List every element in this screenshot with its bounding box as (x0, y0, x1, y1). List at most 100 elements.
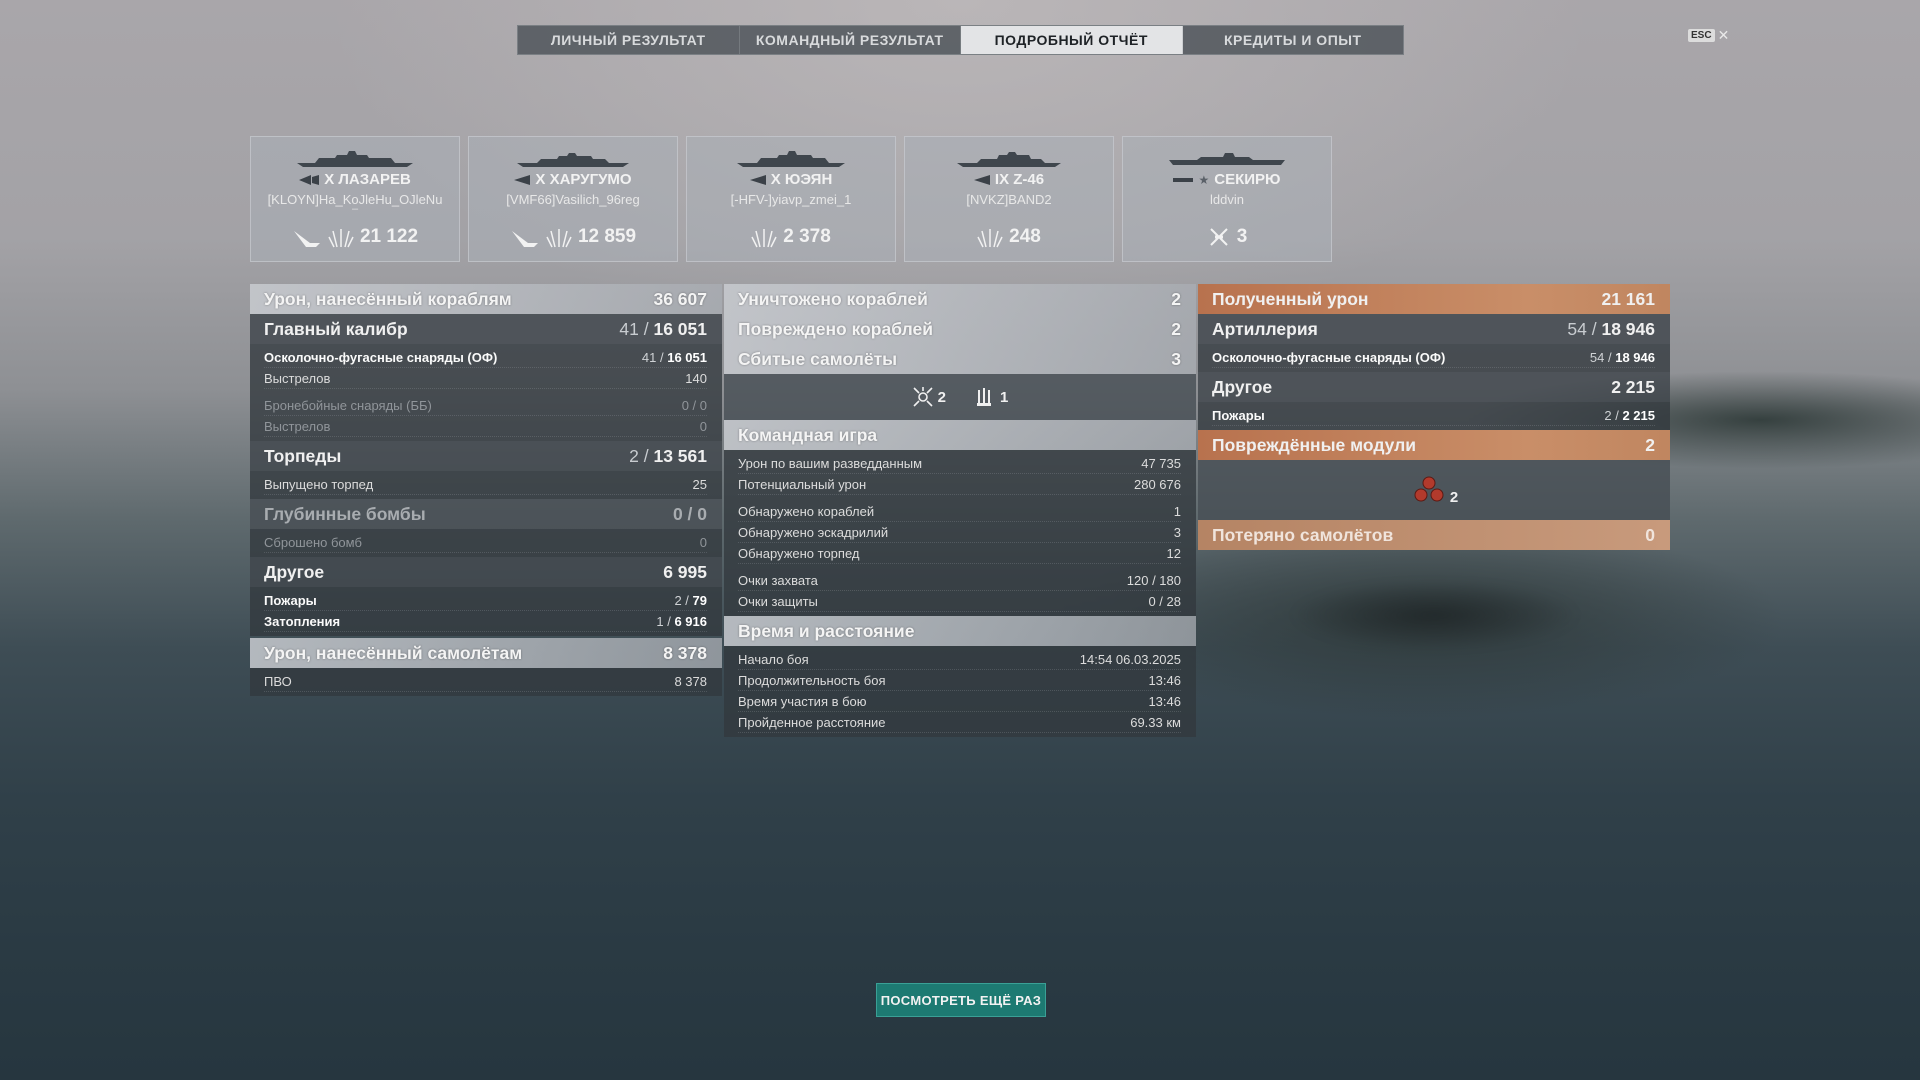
bombs-dropped-row: Сброшено бомб 0 (264, 532, 707, 553)
ship-card-stats: 21 122 (251, 225, 459, 249)
ship-card-title: ★ СЕКИРЮ (1123, 171, 1331, 188)
close-button[interactable]: ESC ✕ (1688, 27, 1729, 44)
depth-charge-details: Сброшено бомб 0 (250, 529, 722, 557)
ship-damage-header: Урон, нанесённый кораблям 36 607 (250, 284, 722, 314)
ship-card-5[interactable]: ★ СЕКИРЮ lddvin 3 (1122, 136, 1332, 262)
planes-shot-header: Сбитые самолёты 3 (724, 344, 1196, 374)
ship-name: X ЛАЗАРЕВ (324, 171, 411, 188)
ship-card-title: IX Z-46 (905, 171, 1113, 188)
ship-card-stats: 248 (905, 225, 1113, 249)
battle-start-row: Начало боя 14:54 06.03.2025 (738, 649, 1181, 670)
fires-row: Пожары 2 / 79 (264, 590, 707, 611)
other-received-header: Другое 2 215 (1198, 372, 1670, 402)
he-shots-row: Выстрелов 140 (264, 368, 707, 389)
destroyer-class-icon (299, 174, 320, 185)
ship-card-stats: 12 859 (469, 225, 677, 249)
ship-name: СЕКИРЮ (1214, 171, 1281, 188)
ship-card-value: 3 (1236, 226, 1248, 247)
destroyed-header: Уничтожено кораблей 2 (724, 284, 1196, 314)
potential-damage-row: Потенциальный урон 280 676 (738, 474, 1181, 495)
he-shells-row: Осколочно-фугасные снаряды (ОФ) 41 / 16 … (264, 347, 707, 368)
replay-button[interactable]: ПОСМОТРЕТЬ ЕЩЁ РАЗ (876, 983, 1046, 1017)
ship-silhouette-icon (737, 151, 845, 167)
team-play-details: Урон по вашим разведданным 47 735 Потенци… (724, 450, 1196, 616)
carrier-class-icon (1173, 177, 1194, 182)
ribbon-torpedo-hit-icon (511, 231, 538, 247)
ship-name: X ЮЭЯН (770, 171, 833, 188)
ribbon-shell-hit-icon (977, 229, 1003, 248)
damaged-header: Повреждено кораблей 2 (724, 314, 1196, 344)
ribbon-shell-hit-icon (751, 229, 777, 248)
ribbon-shell-hit-icon (328, 229, 354, 248)
ship-card-value: 12 859 (577, 226, 637, 247)
tab-personal-result[interactable]: ЛИЧНЫЙ РЕЗУЛЬТАТ (518, 26, 740, 54)
floods-row: Затопления 1 / 6 916 (264, 611, 707, 632)
ship-damage-value: 36 607 (653, 288, 707, 309)
background-ship-silhouette (1290, 580, 1580, 650)
ship-silhouette-icon (957, 152, 1061, 167)
ship-silhouette-icon (297, 151, 413, 167)
destroyer-class-icon (514, 174, 531, 185)
damage-dealt-panel: Урон, нанесённый кораблям 36 607 Главный… (250, 284, 722, 696)
player-name: [VMF66]Vasilich_96reg (506, 192, 640, 207)
ship-card-2[interactable]: X ХАРУГУМО [VMF66]Vasilich_96reg 12 859 (468, 136, 678, 262)
tab-credits-xp[interactable]: КРЕДИТЫ И ОПЫТ (1183, 26, 1404, 54)
planes-shot-breakdown: 2 1 (724, 374, 1196, 420)
player-name: [NVKZ]BAND2 (966, 192, 1052, 207)
torpedo-details: Выпущено торпед 25 (250, 471, 722, 499)
spotting-damage-row: Урон по вашим разведданным 47 735 (738, 453, 1181, 474)
depth-charges-header: Глубинные бомбы 0 / 0 (250, 499, 722, 529)
card-extra: – (351, 203, 359, 215)
aa-gun-icon (977, 388, 991, 406)
ship-card-4[interactable]: IX Z-46 [NVKZ]BAND2 248 (904, 136, 1114, 262)
ship-card-3[interactable]: X ЮЭЯН [-HFV-]yiavp_zmei_1 2 378 (686, 136, 896, 262)
main-battery-details: Осколочно-фугасные снаряды (ОФ) 41 / 16 … (250, 344, 722, 441)
received-damage-header: Полученный урон 21 161 (1198, 284, 1670, 314)
damaged-module-count: 2 (1449, 488, 1459, 506)
time-in-battle-row: Время участия в бою 13:46 (738, 691, 1181, 712)
aa-row: ПВО 8 378 (264, 671, 707, 692)
team-play-header: Командная игра (724, 420, 1196, 450)
plane-shot-down-icon (1209, 228, 1228, 246)
ship-name: IX Z-46 (994, 171, 1045, 188)
torpedoes-header: Торпеды 2 / 13 561 (250, 441, 722, 471)
distance-row: Пройденное расстояние 69.33 км (738, 712, 1181, 733)
ship-card-stats: 2 378 (687, 225, 895, 249)
ship-card-stats: 3 (1123, 225, 1331, 249)
ship-card-title: X ЛАЗАРЕВ (251, 171, 459, 188)
fires-received-row: Пожары 2 / 2 215 (1212, 405, 1655, 426)
ship-silhouette-icon (1169, 153, 1285, 165)
main-battery-header: Главный калибр 41 / 16 051 (250, 314, 722, 344)
damaged-modules-header: Повреждённые модули 2 (1198, 430, 1670, 460)
other-received-details: Пожары 2 / 2 215 (1198, 402, 1670, 430)
destroyer-class-icon (749, 174, 766, 185)
time-distance-details: Начало боя 14:54 06.03.2025 Продолжительн… (724, 646, 1196, 737)
other-damage-details: Пожары 2 / 79 Затопления 1 / 6 916 (250, 587, 722, 636)
ribbon-torpedo-hit-icon (293, 231, 320, 247)
ship-card-value: 248 (1009, 226, 1041, 247)
time-distance-header: Время и расстояние (724, 616, 1196, 646)
ship-damage-label: Урон, нанесённый кораблям (264, 288, 512, 309)
close-icon: ✕ (1717, 27, 1730, 43)
ship-card-value: 21 122 (359, 226, 419, 247)
esc-key-label: ESC (1688, 29, 1715, 42)
tab-bar: ЛИЧНЫЙ РЕЗУЛЬТАТ КОМАНДНЫЙ РЕЗУЛЬТАТ ПОД… (517, 25, 1404, 55)
plane-damage-details: ПВО 8 378 (250, 668, 722, 696)
plane-damage-header: Урон, нанесённый самолётам 8 378 (250, 638, 722, 668)
player-name: [-HFV-]yiavp_zmei_1 (730, 192, 852, 207)
ship-card-title: X ЮЭЯН (687, 171, 895, 188)
damaged-module-icon (1414, 476, 1444, 502)
ship-card-1[interactable]: X ЛАЗАРЕВ [KLOYN]Ha_KoJleHu_OJleNu – 21 … (250, 136, 460, 262)
torps-spotted-row: Обнаружено торпед 12 (738, 543, 1181, 564)
team-panel: Уничтожено кораблей 2 Повреждено корабле… (724, 284, 1196, 737)
tab-team-result[interactable]: КОМАНДНЫЙ РЕЗУЛЬТАТ (740, 26, 961, 54)
ap-shots-row: Выстрелов 0 (264, 416, 707, 437)
defense-points-row: Очки защиты 0 / 28 (738, 591, 1181, 612)
artillery-header: Артиллерия 54 / 18 946 (1198, 314, 1670, 344)
capture-points-row: Очки захвата 120 / 180 (738, 570, 1181, 591)
main-battery-label: Главный калибр (264, 318, 408, 339)
destroyer-class-icon (973, 174, 990, 185)
ap-shells-row: Бронебойные снаряды (ББ) 0 / 0 (264, 395, 707, 416)
tab-detailed-report[interactable]: ПОДРОБНЫЙ ОТЧЁТ (961, 26, 1183, 54)
premium-star-icon: ★ (1198, 172, 1210, 187)
